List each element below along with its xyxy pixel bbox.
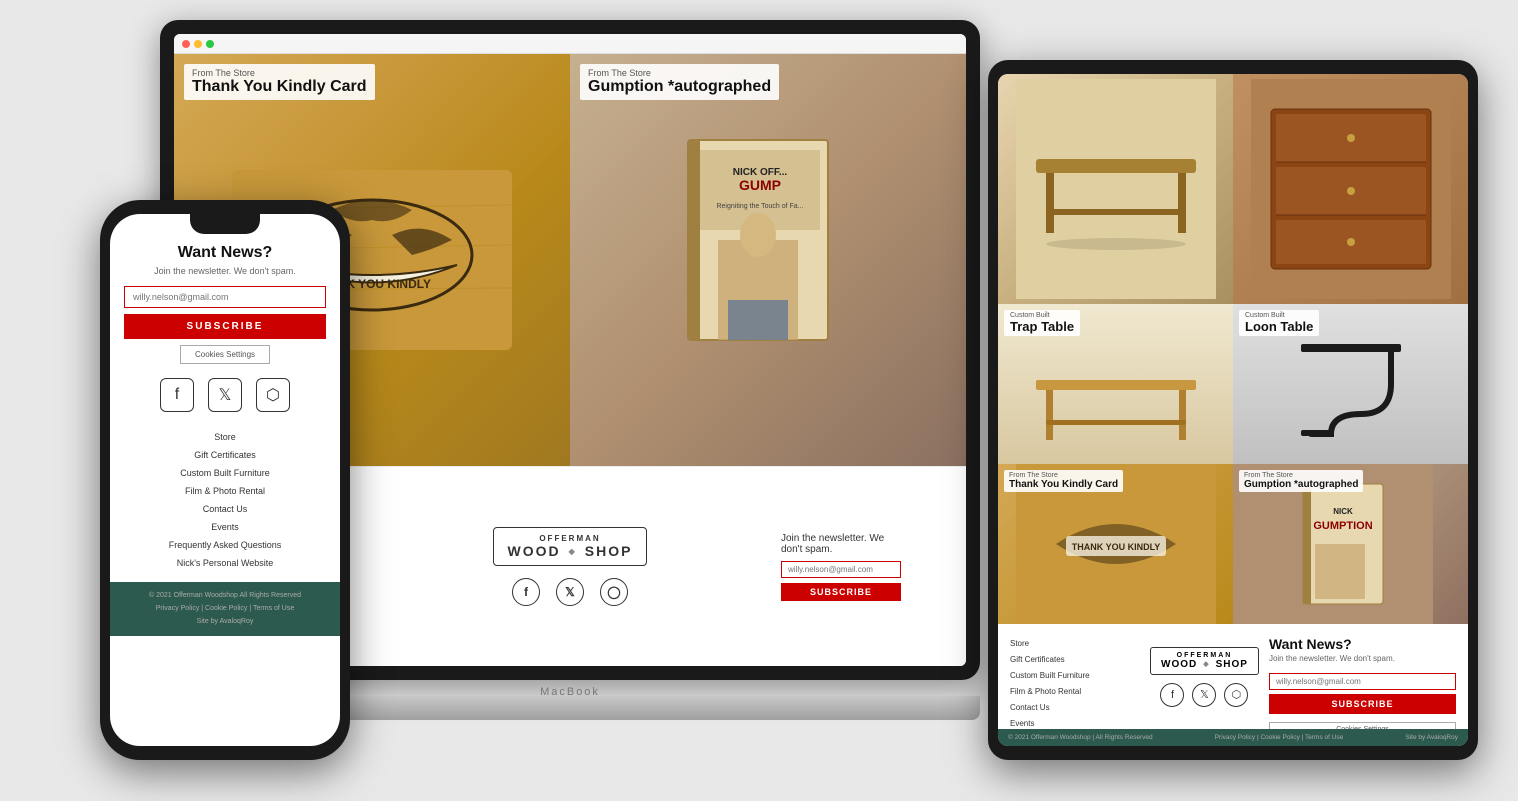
phone-nav-nick[interactable]: Nick's Personal Website [124, 554, 326, 572]
tf-nav-store[interactable]: Store [1010, 636, 1140, 652]
phone-subtitle: Join the newsletter. We don't spam. [124, 266, 326, 276]
phone-screen: Want News? Join the newsletter. We don't… [110, 214, 340, 746]
svg-text:GUMPTION: GUMPTION [1313, 520, 1372, 532]
tablet-want-news-heading: Want News? [1269, 636, 1456, 652]
tablet-subtitle: Join the newsletter. We don't spam. [1269, 654, 1456, 663]
phone-copyright: © 2021 Offerman Woodshop All Rights Rese… [120, 590, 330, 601]
subscribe-box: Join the newsletter. We don't spam. SUBS… [781, 533, 901, 601]
tablet-instagram-icon[interactable]: ⬡ [1224, 683, 1248, 707]
card-title-label: Thank You Kindly Card [192, 78, 367, 96]
phone-social-icons: f 𝕏 ⬡ [124, 378, 326, 412]
tf-nav-contact[interactable]: Contact Us [1010, 700, 1140, 716]
phone-nav-furniture[interactable]: Custom Built Furniture [124, 464, 326, 482]
offerman-logo: OFFERMAN WOOD ◆ SHOP [493, 527, 648, 566]
macbook-email-input[interactable] [781, 561, 901, 578]
dresser-product-image[interactable] [1233, 74, 1468, 304]
tablet-labeled-grid: Custom Built Trap Table [998, 304, 1468, 464]
tablet-footer: Store Gift Certificates Custom Built Fur… [998, 624, 1468, 729]
phone-email-input[interactable] [124, 286, 326, 308]
phone-instagram-icon[interactable]: ⬡ [256, 378, 290, 412]
tablet-subscribe-button[interactable]: SUBSCRIBE [1269, 694, 1456, 714]
instagram-icon[interactable]: ◯ [600, 578, 628, 606]
bench-product-image[interactable] [998, 74, 1233, 304]
tablet-outer-shell: Custom Built Trap Table [988, 60, 1478, 760]
tablet-social-icons: f 𝕏 ⬡ [1160, 683, 1248, 707]
tablet-copyright: © 2021 Offerman Woodshop | All Rights Re… [1008, 734, 1153, 741]
twitter-icon[interactable]: 𝕏 [556, 578, 584, 606]
gumption-title-label: Gumption *autographed [588, 78, 771, 96]
phone-twitter-icon[interactable]: 𝕏 [208, 378, 242, 412]
phone-nav-gift[interactable]: Gift Certificates [124, 446, 326, 464]
svg-text:GUMP: GUMP [739, 177, 781, 193]
tgb-card-label: From The Store Thank You Kindly Card [1004, 470, 1123, 492]
phone-notch [190, 214, 260, 234]
tablet-bottom-grid: From The Store Thank You Kindly Card THA… [998, 464, 1468, 624]
tgb-gumption-label: From The Store Gumption *autographed [1239, 470, 1363, 492]
loon-table-item[interactable]: Custom Built Loon Table [1233, 304, 1468, 464]
phone-nav-events[interactable]: Events [124, 518, 326, 536]
tablet-top-grid [998, 74, 1468, 304]
phone-privacy-links: Privacy Policy | Cookie Policy | Terms o… [120, 603, 330, 614]
maximize-dot [206, 40, 214, 48]
trap-table-label: Custom Built Trap Table [1004, 310, 1080, 336]
tablet-content: Custom Built Trap Table [998, 74, 1468, 746]
gumption-label-box: From The Store Gumption *autographed [580, 64, 779, 100]
tablet-thank-you-card[interactable]: From The Store Thank You Kindly Card THA… [998, 464, 1233, 624]
phone-facebook-icon[interactable]: f [160, 378, 194, 412]
svg-text:Reigniting the Touch of Fa...: Reigniting the Touch of Fa... [716, 203, 803, 210]
tablet-gumption-item[interactable]: From The Store Gumption *autographed NIC… [1233, 464, 1468, 624]
tablet-privacy: Privacy Policy | Cookie Policy | Terms o… [1215, 734, 1344, 741]
smartphone-device: Want News? Join the newsletter. We don't… [100, 200, 350, 760]
phone-want-news-heading: Want News? [124, 244, 326, 262]
phone-subscribe-button[interactable]: SUBSCRIBE [124, 314, 326, 339]
gumption-from-label: From The Store [588, 68, 771, 78]
macbook-footer-center: OFFERMAN WOOD ◆ SHOP f 𝕏 ◯ [374, 467, 766, 666]
svg-text:NICK: NICK [1333, 507, 1353, 516]
tablet-email-input[interactable] [1269, 673, 1456, 690]
gumption-panel[interactable]: From The Store Gumption *autographed [570, 54, 966, 466]
tablet-footer-nav: Store Gift Certificates Custom Built Fur… [1010, 636, 1140, 717]
tablet-footer-right: Want News? Join the newsletter. We don't… [1269, 636, 1456, 717]
social-icons-group: f 𝕏 ◯ [512, 578, 628, 606]
facebook-icon[interactable]: f [512, 578, 540, 606]
macbook-subscribe-button[interactable]: SUBSCRIBE [781, 583, 901, 601]
phone-nav-links: Store Gift Certificates Custom Built Fur… [124, 428, 326, 572]
tablet-site-by: Site by AvaloqRoy [1405, 734, 1458, 741]
macbook-top-bar [174, 34, 966, 54]
minimize-dot [194, 40, 202, 48]
tablet-bottom-bar: © 2021 Offerman Woodshop | All Rights Re… [998, 729, 1468, 746]
phone-cookies-button[interactable]: Cookies Settings [180, 345, 270, 364]
svg-text:THANK YOU KINDLY: THANK YOU KINDLY [1071, 542, 1160, 552]
macbook-footer-right: Join the newsletter. We don't spam. SUBS… [766, 467, 966, 666]
card-label-box: From The Store Thank You Kindly Card [184, 64, 375, 100]
macbook-brand-label: MacBook [540, 686, 600, 698]
phone-outer-shell: Want News? Join the newsletter. We don't… [100, 200, 350, 760]
tf-nav-gift[interactable]: Gift Certificates [1010, 652, 1140, 668]
tablet-footer-center: OFFERMAN WOOD ◆ SHOP f 𝕏 ⬡ [1150, 636, 1259, 717]
close-dot [182, 40, 190, 48]
phone-content-area: Want News? Join the newsletter. We don't… [110, 214, 340, 582]
tablet-offerman-logo: OFFERMAN WOOD ◆ SHOP [1150, 647, 1259, 675]
phone-nav-faq[interactable]: Frequently Asked Questions [124, 536, 326, 554]
phone-nav-rental[interactable]: Film & Photo Rental [124, 482, 326, 500]
tablet-facebook-icon[interactable]: f [1160, 683, 1184, 707]
card-from-label: From The Store [192, 68, 367, 78]
tablet-device: Custom Built Trap Table [988, 60, 1478, 760]
phone-nav-contact[interactable]: Contact Us [124, 500, 326, 518]
tf-nav-rental[interactable]: Film & Photo Rental [1010, 684, 1140, 700]
tablet-twitter-icon[interactable]: 𝕏 [1192, 683, 1216, 707]
tf-nav-furniture[interactable]: Custom Built Furniture [1010, 668, 1140, 684]
phone-footer-bar: © 2021 Offerman Woodshop All Rights Rese… [110, 582, 340, 636]
tablet-screen: Custom Built Trap Table [998, 74, 1468, 746]
loon-table-label: Custom Built Loon Table [1239, 310, 1319, 336]
trap-table-item[interactable]: Custom Built Trap Table [998, 304, 1233, 464]
join-newsletter-text: Join the newsletter. We don't spam. [781, 533, 901, 555]
phone-site-by: Site by AvaloqRoy [120, 616, 330, 627]
phone-nav-store[interactable]: Store [124, 428, 326, 446]
